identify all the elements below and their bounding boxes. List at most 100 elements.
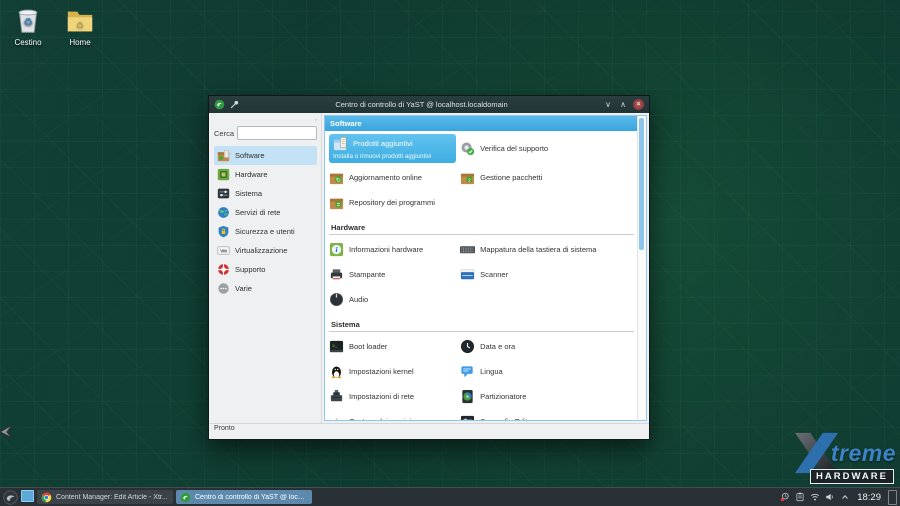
xtremehardware-logo: treme HARDWARE bbox=[793, 430, 896, 484]
module-label: Stampante bbox=[349, 270, 385, 279]
sidebar-item-software[interactable]: Software bbox=[214, 146, 317, 165]
module-item[interactable]: 2Gestione pacchetti bbox=[460, 165, 634, 190]
module-item[interactable]: Data e ora bbox=[460, 334, 634, 359]
module-item[interactable]: Audio bbox=[329, 287, 460, 312]
tray-volume-icon[interactable] bbox=[825, 492, 835, 502]
module-label: Lingua bbox=[480, 367, 503, 376]
packages-icon: 2 bbox=[460, 170, 475, 185]
hwinfo-icon: i bbox=[329, 242, 344, 257]
mouse-cursor bbox=[0, 423, 14, 439]
virtualizzazione-icon: VM bbox=[217, 244, 230, 257]
clock-icon bbox=[460, 339, 475, 354]
sistema-icon bbox=[217, 187, 230, 200]
yast-icon bbox=[180, 492, 191, 503]
section-items: >_Boot loader Data e ora Impostazioni kern… bbox=[325, 333, 638, 420]
minimize-button[interactable]: ∨ bbox=[602, 99, 614, 110]
sidebar-item-label: Hardware bbox=[235, 170, 268, 179]
tray-expand-icon[interactable] bbox=[840, 492, 850, 502]
partitioner-icon bbox=[460, 389, 475, 404]
maximize-button[interactable]: ∧ bbox=[617, 99, 629, 110]
scrollbar-thumb[interactable] bbox=[639, 118, 644, 250]
desktop-icon-home[interactable]: ⌂ Home bbox=[54, 6, 106, 47]
module-item[interactable]: Impostazioni kernel bbox=[329, 359, 460, 384]
language-icon bbox=[460, 364, 475, 379]
module-label: Impostazioni di rete bbox=[349, 392, 414, 401]
scrollbar[interactable] bbox=[637, 116, 646, 420]
tray-clipboard-icon[interactable] bbox=[795, 492, 805, 502]
clock[interactable]: 18:29 bbox=[857, 492, 881, 503]
search-row: Cerca bbox=[214, 126, 317, 140]
taskbar: Content Manager: Edit Article - Xtr... Ce… bbox=[0, 487, 900, 506]
network-icon bbox=[329, 389, 344, 404]
taskbar-task[interactable]: Content Manager: Edit Article - Xtr... bbox=[37, 490, 173, 504]
chrome-icon bbox=[41, 492, 52, 503]
module-label: Impostazioni kernel bbox=[349, 367, 414, 376]
home-icon: ⌂ bbox=[65, 6, 95, 36]
show-desktop-button[interactable] bbox=[888, 490, 897, 505]
sidebar-item-supporto[interactable]: Supporto bbox=[214, 260, 317, 279]
sidebar-options-icon[interactable]: ◦ bbox=[315, 117, 317, 124]
tray-updates-icon[interactable] bbox=[780, 492, 790, 502]
module-label: Gestore dei servizi bbox=[349, 417, 411, 420]
sidebar-item-sistema[interactable]: Sistema bbox=[214, 184, 317, 203]
module-label: Data e ora bbox=[480, 342, 515, 351]
module-label: Sysconfig Editor bbox=[480, 417, 534, 420]
sidebar-item-virtualizzazione[interactable]: VM Virtualizzazione bbox=[214, 241, 317, 260]
task-label: Content Manager: Edit Article - Xtr... bbox=[56, 494, 168, 501]
module-item[interactable]: Verifica del supporto bbox=[460, 132, 634, 165]
module-item[interactable]: Lingua bbox=[460, 359, 634, 384]
sidebar-item-sicurezza[interactable]: Sicurezza e utenti bbox=[214, 222, 317, 241]
window-titlebar[interactable]: Centro di controllo di YaST @ localhost.… bbox=[209, 96, 649, 113]
svg-text:2: 2 bbox=[468, 177, 471, 182]
desktop-icon-label: Home bbox=[54, 38, 106, 47]
sidebar-item-rete[interactable]: Servizi di rete bbox=[214, 203, 317, 222]
app-launcher-icon[interactable] bbox=[3, 490, 18, 505]
pager-desktop-1[interactable] bbox=[21, 490, 34, 502]
desktop-icon-label: Cestino bbox=[2, 38, 54, 47]
search-input[interactable] bbox=[237, 126, 317, 140]
svg-text:VM: VM bbox=[220, 249, 227, 254]
sidebar-item-label: Supporto bbox=[235, 265, 265, 274]
sidebar-item-label: Varie bbox=[235, 284, 252, 293]
close-button[interactable]: ✕ bbox=[633, 99, 644, 110]
module-item[interactable]: Mappatura della tastiera di sistema bbox=[460, 237, 634, 262]
section-items: Prodotti aggiuntiviInstalla o rimuovi pr… bbox=[325, 131, 638, 215]
module-item[interactable]: ↻Aggiornamento online bbox=[329, 165, 460, 190]
module-item[interactable]: Partizionatore bbox=[460, 384, 634, 409]
module-item-selected[interactable]: Prodotti aggiuntiviInstalla o rimuovi pr… bbox=[329, 134, 456, 163]
section-header: Sistema bbox=[329, 319, 634, 332]
module-item[interactable]: Sysconfig Editor bbox=[460, 409, 634, 420]
main-panel: Software Prodotti aggiuntiviInstalla o ri… bbox=[324, 115, 647, 421]
module-item[interactable]: >_Boot loader bbox=[329, 334, 460, 359]
svg-text:↻: ↻ bbox=[336, 177, 341, 184]
task-list: Content Manager: Edit Article - Xtr... Ce… bbox=[37, 490, 312, 504]
module-item[interactable]: Impostazioni di rete bbox=[329, 384, 460, 409]
search-label: Cerca bbox=[214, 129, 234, 138]
desktop-icon-cestino[interactable]: ♻Cestino bbox=[2, 6, 54, 47]
module-item[interactable]: iInformazioni hardware bbox=[329, 237, 460, 262]
module-label: Verifica del supporto bbox=[480, 144, 548, 153]
sidebar-item-varie[interactable]: Varie bbox=[214, 279, 317, 298]
logo-treme-text: treme bbox=[831, 440, 896, 467]
module-item[interactable]: Repository dei programmi bbox=[329, 190, 460, 215]
module-label: Mappatura della tastiera di sistema bbox=[480, 245, 596, 254]
window-body: ◦ Cerca SoftwareHardwareSistemaServizi d… bbox=[209, 113, 649, 423]
section-header: Software bbox=[325, 116, 638, 131]
yast-window: Centro di controllo di YaST @ localhost.… bbox=[208, 95, 650, 440]
pin-icon[interactable] bbox=[229, 99, 240, 110]
varie-icon bbox=[217, 282, 230, 295]
module-item[interactable]: Gestore dei servizi bbox=[329, 409, 460, 420]
system-tray: 18:29 bbox=[780, 490, 897, 505]
module-item[interactable]: Scanner bbox=[460, 262, 634, 287]
logo-hardware-text: HARDWARE bbox=[810, 469, 894, 484]
sicurezza-icon bbox=[217, 225, 230, 238]
desktop-pager[interactable] bbox=[21, 490, 34, 504]
tray-wifi-icon[interactable] bbox=[810, 492, 820, 502]
bootloader-icon: >_ bbox=[329, 339, 344, 354]
taskbar-task[interactable]: Centro di controllo di YaST @ local... bbox=[176, 490, 312, 504]
services-icon bbox=[329, 414, 344, 420]
software-icon bbox=[217, 149, 230, 162]
module-item[interactable]: Stampante bbox=[329, 262, 460, 287]
sidebar-item-hardware[interactable]: Hardware bbox=[214, 165, 317, 184]
sidebar-item-label: Virtualizzazione bbox=[235, 246, 287, 255]
